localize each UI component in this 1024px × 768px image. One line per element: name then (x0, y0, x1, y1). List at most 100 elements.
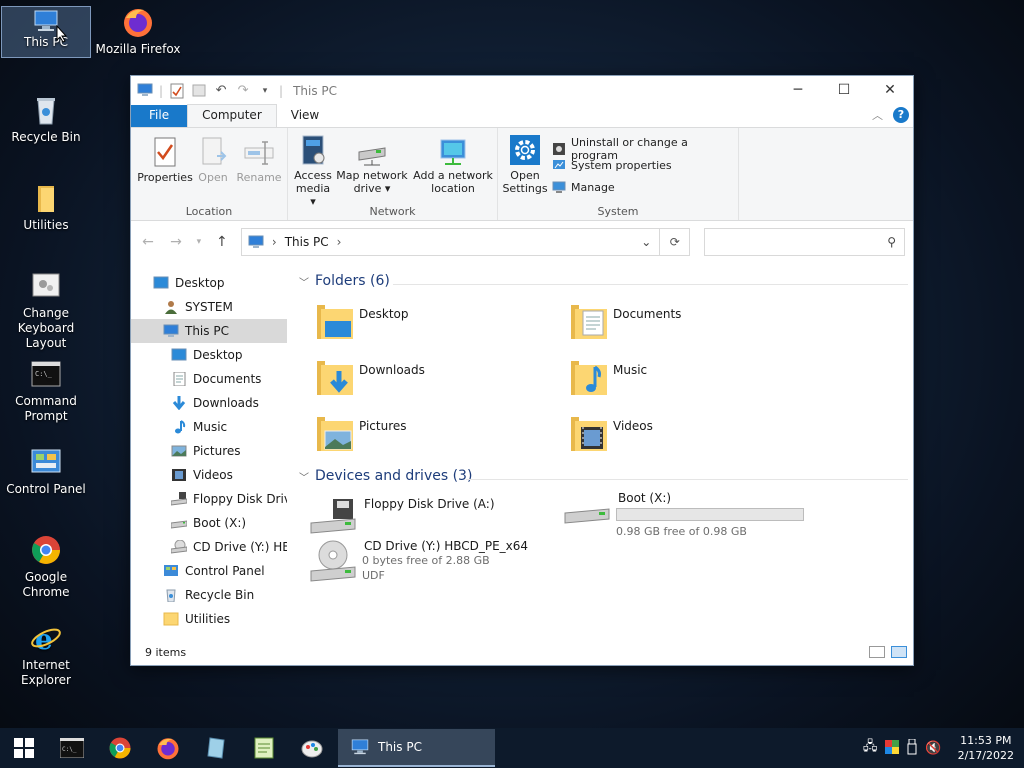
network-icon[interactable]: 🖧 (863, 737, 878, 759)
nav-item[interactable]: Utilities (131, 607, 287, 631)
nav-item[interactable]: Music (131, 415, 287, 439)
forward-button[interactable]: → (167, 234, 185, 250)
nav-item[interactable]: Pictures (131, 439, 287, 463)
system-properties-button[interactable]: System properties (552, 158, 672, 172)
search-input[interactable]: ⚲ (704, 228, 905, 256)
desktop-icon-recycle-bin[interactable]: Recycle Bin (0, 94, 92, 145)
taskbar-command-prompt[interactable]: C:\_ (48, 728, 96, 768)
collapse-ribbon-icon[interactable]: ︿ (872, 107, 883, 123)
nav-item[interactable]: Boot (X:) (131, 511, 287, 535)
chevron-right-icon[interactable]: › (272, 235, 277, 249)
recent-locations-icon[interactable]: ▾ (195, 237, 203, 247)
chevron-down-icon[interactable]: ﹀ (299, 469, 309, 484)
help-icon[interactable]: ? (893, 107, 909, 123)
folder-tile-music[interactable]: Music (567, 357, 647, 401)
folders-section-header[interactable]: ﹀ Folders (6) (299, 273, 390, 289)
open-settings-button[interactable]: Open Settings (502, 134, 548, 195)
redo-icon[interactable]: ↷ (235, 83, 251, 99)
taskbar-disk-tool[interactable] (192, 728, 240, 768)
pictures-icon (171, 444, 187, 458)
close-button[interactable]: ✕ (867, 76, 913, 105)
nav-item[interactable]: Downloads (131, 391, 287, 415)
divider: | (159, 83, 164, 98)
nav-item[interactable]: Desktop (131, 271, 287, 295)
folder-tile-documents[interactable]: Documents (567, 301, 681, 345)
back-button[interactable]: ← (139, 234, 157, 250)
drive-tile-floppy[interactable]: Floppy Disk Drive (A:) (309, 497, 495, 541)
nav-item[interactable]: SYSTEM (131, 295, 287, 319)
large-icons-view-icon[interactable] (891, 646, 907, 658)
nav-item[interactable]: Control Panel (131, 559, 287, 583)
nav-item[interactable]: Recycle Bin (131, 583, 287, 607)
folder-icon (163, 612, 179, 626)
minimize-button[interactable]: ─ (775, 76, 821, 105)
properties-icon[interactable] (169, 83, 185, 99)
chevron-down-icon[interactable]: ﹀ (299, 274, 309, 289)
system-tray: 🖧 🔇 11:53 PM 2/17/2022 (863, 728, 1014, 768)
add-network-location-button[interactable]: Add a network location (412, 138, 494, 195)
tab-file[interactable]: File (131, 105, 188, 127)
refresh-button[interactable]: ⟳ (660, 228, 691, 256)
map-network-drive-button[interactable]: Map network drive ▾ (336, 142, 408, 195)
firefox-icon (122, 6, 154, 38)
undo-icon[interactable]: ↶ (213, 83, 229, 99)
address-bar[interactable]: › This PC › ⌄ (240, 228, 661, 256)
drive-tile-boot[interactable]: Boot (X:) 0.98 GB free of 0.98 GB (563, 491, 804, 539)
speaker-icon[interactable]: 🔇 (925, 741, 941, 756)
up-button[interactable]: ↑ (213, 234, 231, 250)
address-path[interactable]: This PC (285, 235, 329, 249)
tab-view[interactable]: View (277, 105, 333, 127)
taskbar-this-pc[interactable]: This PC (338, 729, 495, 767)
start-button[interactable] (0, 728, 48, 768)
desktop-icon-change-keyboard[interactable]: Change Keyboard Layout (0, 270, 92, 351)
nav-item[interactable]: Floppy Disk Drive (131, 487, 287, 511)
new-folder-icon[interactable] (191, 83, 207, 99)
usb-icon[interactable] (907, 738, 917, 758)
nav-item[interactable]: Videos (131, 463, 287, 487)
taskbar-notepad[interactable] (240, 728, 288, 768)
title-bar[interactable]: | ↶ ↷ ▾ | This PC ─ ☐ ✕ (131, 76, 913, 105)
tab-computer[interactable]: Computer (187, 104, 277, 127)
desktop-icon-command-prompt[interactable]: C:\_ Command Prompt (0, 358, 92, 424)
paint-icon (301, 740, 323, 758)
desktop-icon-chrome[interactable]: Google Chrome (0, 534, 92, 600)
ribbon-group-label: Location (185, 205, 233, 218)
desktop-icon-firefox[interactable]: Mozilla Firefox (92, 6, 184, 57)
nav-item[interactable]: Desktop (131, 343, 287, 367)
desktop-icon-this-pc[interactable]: This PC (1, 6, 91, 58)
drive-tile-cd[interactable]: CD Drive (Y:) HBCD_PE_x64 0 bytes free o… (309, 539, 528, 583)
manage-computer-icon (552, 181, 566, 193)
chevron-down-icon[interactable]: ⌄ (641, 235, 651, 249)
display-icon[interactable] (885, 739, 900, 757)
rename-button[interactable]: Rename (235, 136, 283, 184)
taskbar-firefox[interactable] (144, 728, 192, 768)
folder-tile-desktop[interactable]: Desktop (313, 301, 409, 345)
taskbar-chrome[interactable] (96, 728, 144, 768)
maximize-button[interactable]: ☐ (821, 76, 867, 105)
manage-button[interactable]: Manage (552, 180, 615, 194)
customize-toolbar-icon[interactable]: ▾ (257, 83, 273, 99)
desktop-icon-utilities[interactable]: Utilities (0, 182, 92, 233)
svg-text:C:\_: C:\_ (62, 746, 77, 753)
details-view-icon[interactable] (869, 646, 885, 658)
control-panel-icon (163, 564, 179, 578)
desktop-icon-internet-explorer[interactable]: e Internet Explorer (0, 622, 92, 688)
properties-button[interactable]: Properties (137, 136, 193, 184)
desktop-icon-label: Command (15, 394, 77, 408)
open-button[interactable]: Open (195, 136, 231, 184)
nav-item[interactable]: This PC (131, 319, 287, 343)
chevron-right-icon[interactable]: › (337, 235, 342, 249)
clock[interactable]: 11:53 PM 2/17/2022 (958, 733, 1014, 763)
desktop-icon-label: Prompt (24, 409, 68, 423)
desktop-icon-control-panel[interactable]: Control Panel (0, 446, 92, 497)
folder-tile-videos[interactable]: Videos (567, 413, 653, 457)
folder-tile-downloads[interactable]: Downloads (313, 357, 425, 401)
folder-tile-pictures[interactable]: Pictures (313, 413, 407, 457)
nav-item[interactable]: CD Drive (Y:) HBC (131, 535, 287, 559)
nav-item[interactable]: Documents (131, 367, 287, 391)
videos-folder-icon (567, 413, 611, 457)
devices-section-header[interactable]: ﹀ Devices and drives (3) (299, 468, 472, 484)
recycle-bin-icon (30, 94, 62, 126)
taskbar-paint[interactable] (288, 728, 336, 768)
access-media-button[interactable]: Access media ▾ (292, 134, 334, 208)
